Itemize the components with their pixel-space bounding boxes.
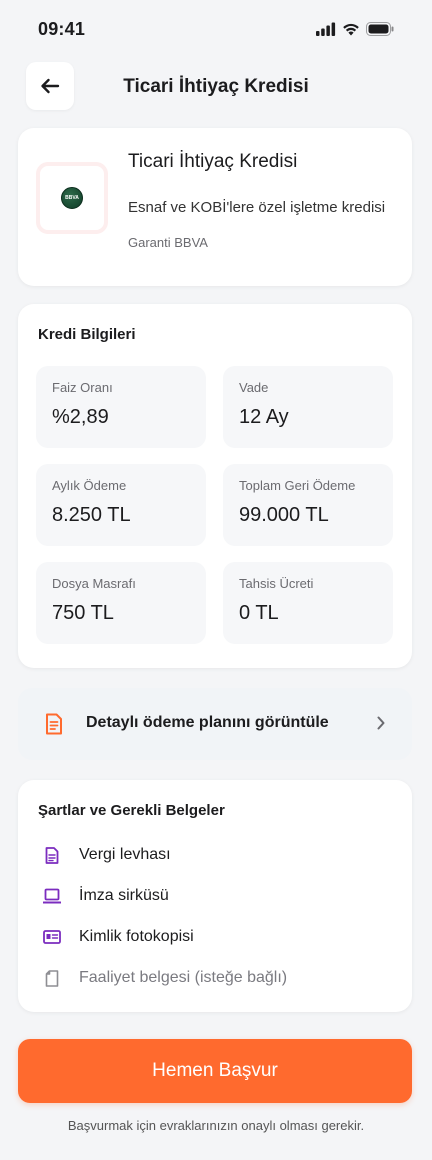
requirements-title: Şartlar ve Gerekli Belgeler	[38, 802, 225, 819]
bank-logo-text: BBVA	[65, 195, 79, 201]
requirement-item: Faaliyet belgesi (isteğe bağlı)	[42, 967, 287, 989]
payment-plan-row[interactable]: Detaylı ödeme planını görüntüle	[18, 688, 412, 760]
battery-icon	[366, 22, 394, 36]
back-button[interactable]	[26, 62, 74, 110]
requirements-card: Şartlar ve Gerekli Belgeler Vergi levhas…	[18, 780, 412, 1012]
info-tile-value: 8.250 TL	[52, 504, 131, 526]
header: Ticari İhtiyaç Kredisi	[0, 62, 432, 112]
arrow-left-icon	[41, 78, 60, 94]
info-tile-term: Vade 12 Ay	[223, 366, 393, 448]
cellular-signal-icon	[316, 22, 336, 36]
blank-document-icon	[42, 968, 62, 988]
requirement-label: Vergi levhası	[79, 846, 171, 863]
credit-info-card: Kredi Bilgileri Faiz Oranı %2,89 Vade 12…	[18, 304, 412, 668]
apply-now-button[interactable]: Hemen Başvur	[18, 1039, 412, 1103]
info-tile-file-fee: Dosya Masrafı 750 TL	[36, 562, 206, 644]
requirement-item: Kimlik fotokopisi	[42, 926, 194, 948]
product-bank: Garanti BBVA	[128, 235, 208, 250]
page-title: Ticari İhtiyaç Kredisi	[123, 76, 309, 97]
info-tile-label: Dosya Masrafı	[52, 576, 136, 591]
document-icon	[42, 845, 62, 865]
info-tile-interest-rate: Faiz Oranı %2,89	[36, 366, 206, 448]
document-list-icon	[46, 713, 62, 735]
info-tile-label: Tahsis Ücreti	[239, 576, 314, 591]
status-time: 09:41	[38, 18, 86, 39]
wifi-icon	[343, 23, 359, 36]
bank-logo: BBVA	[36, 162, 108, 234]
info-tile-value: 99.000 TL	[239, 504, 329, 526]
requirement-item: İmza sirküsü	[42, 885, 169, 907]
product-name: Ticari İhtiyaç Kredisi	[128, 151, 298, 172]
info-tile-label: Toplam Geri Ödeme	[239, 478, 356, 493]
info-tile-value: 12 Ay	[239, 406, 289, 428]
info-tile-value: 750 TL	[52, 602, 114, 624]
product-card: BBVA Ticari İhtiyaç Kredisi Esnaf ve KOB…	[18, 128, 412, 286]
info-tile-label: Vade	[239, 380, 269, 395]
info-tile-total-repayment: Toplam Geri Ödeme 99.000 TL	[223, 464, 393, 546]
info-tile-allocation-fee: Tahsis Ücreti 0 TL	[223, 562, 393, 644]
info-tile-label: Faiz Oranı	[52, 380, 113, 395]
credit-info-title: Kredi Bilgileri	[38, 326, 136, 343]
status-icons	[316, 22, 394, 36]
id-card-icon	[42, 927, 62, 947]
info-tile-value: %2,89	[52, 406, 109, 428]
requirement-label: İmza sirküsü	[79, 887, 169, 904]
bank-logo-mark: BBVA	[61, 187, 83, 209]
product-description: Esnaf ve KOBİ'lere özel işletme kredisi	[128, 199, 386, 216]
requirement-label: Faaliyet belgesi (isteğe bağlı)	[79, 969, 288, 986]
chevron-right-icon	[377, 716, 385, 730]
info-tile-value: 0 TL	[239, 602, 279, 624]
requirement-label: Kimlik fotokopisi	[79, 928, 194, 945]
footnote: Başvurmak için evraklarınızın onaylı olm…	[67, 1118, 365, 1133]
laptop-icon	[42, 886, 62, 906]
payment-plan-label: Detaylı ödeme planını görüntüle	[86, 714, 329, 731]
info-tile-label: Aylık Ödeme	[52, 478, 127, 493]
info-tile-monthly-payment: Aylık Ödeme 8.250 TL	[36, 464, 206, 546]
status-bar: 09:41	[0, 0, 432, 58]
requirement-item: Vergi levhası	[42, 844, 171, 866]
